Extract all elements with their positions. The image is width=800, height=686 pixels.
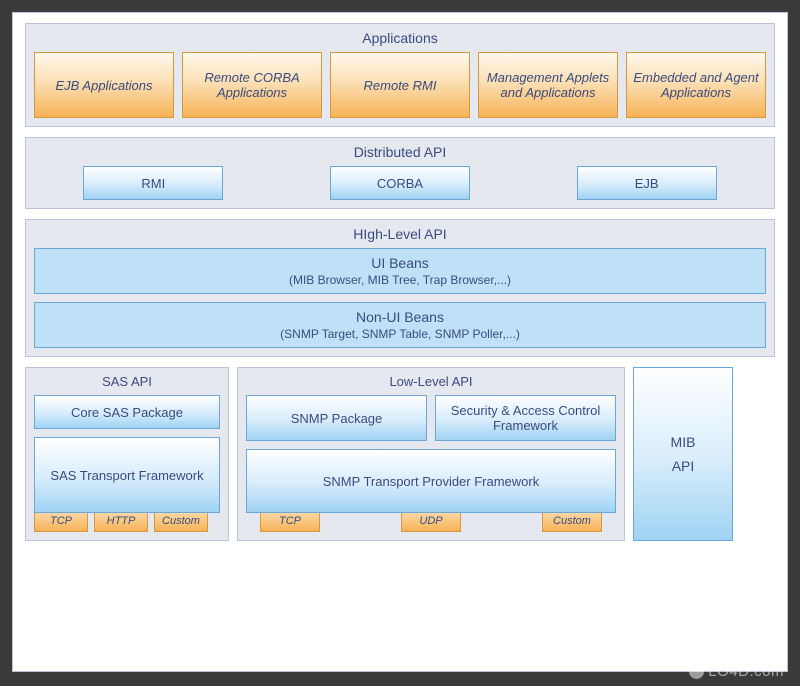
sas-api-layer: SAS API Core SAS Package SAS Transport F… [25, 367, 229, 541]
low-transport: SNMP Transport Provider Framework [246, 449, 616, 513]
applications-row: EJB Applications Remote CORBA Applicatio… [34, 52, 766, 118]
highlevel-title: HIgh-Level API [34, 226, 766, 242]
globe-icon [689, 664, 704, 679]
ui-beans-title: UI Beans [43, 255, 757, 271]
applications-title: Applications [34, 30, 766, 46]
nonui-beans-title: Non-UI Beans [43, 309, 757, 325]
mib-l2: API [672, 458, 695, 474]
low-pkg-row: SNMP Package Security & Access Control F… [246, 395, 616, 441]
watermark-text: LO4D.com [708, 663, 784, 680]
app-embedded: Embedded and Agent Applications [626, 52, 766, 118]
sas-title: SAS API [34, 374, 220, 389]
applications-layer: Applications EJB Applications Remote COR… [25, 23, 775, 127]
ui-beans: UI Beans (MIB Browser, MIB Tree, Trap Br… [34, 248, 766, 294]
high-level-api-layer: HIgh-Level API UI Beans (MIB Browser, MI… [25, 219, 775, 357]
low-title: Low-Level API [246, 374, 616, 389]
app-corba: Remote CORBA Applications [182, 52, 322, 118]
app-rmi: Remote RMI [330, 52, 470, 118]
sas-transport-wrap: SAS Transport Framework TCP HTTP Custom [34, 437, 220, 532]
sas-core-pkg: Core SAS Package [34, 395, 220, 429]
dist-rmi: RMI [83, 166, 223, 200]
dist-ejb: EJB [577, 166, 717, 200]
distributed-api-layer: Distributed API RMI CORBA EJB [25, 137, 775, 209]
watermark: LO4D.com [689, 663, 784, 680]
app-mgmt: Management Applets and Applications [478, 52, 618, 118]
app-ejb: EJB Applications [34, 52, 174, 118]
distributed-title: Distributed API [34, 144, 766, 160]
low-level-api-layer: Low-Level API SNMP Package Security & Ac… [237, 367, 625, 541]
mib-l1: MIB [671, 434, 696, 450]
distributed-row: RMI CORBA EJB [34, 166, 766, 200]
low-snmp-pkg: SNMP Package [246, 395, 427, 441]
mib-api: MIB API [633, 367, 733, 541]
architecture-diagram: Applications EJB Applications Remote COR… [12, 12, 788, 672]
bottom-row: SAS API Core SAS Package SAS Transport F… [25, 367, 775, 541]
ui-beans-sub: (MIB Browser, MIB Tree, Trap Browser,...… [43, 273, 757, 287]
low-transport-wrap: SNMP Transport Provider Framework TCP UD… [246, 449, 616, 532]
nonui-beans: Non-UI Beans (SNMP Target, SNMP Table, S… [34, 302, 766, 348]
sas-transport: SAS Transport Framework [34, 437, 220, 513]
low-sec-pkg: Security & Access Control Framework [435, 395, 616, 441]
nonui-beans-sub: (SNMP Target, SNMP Table, SNMP Poller,..… [43, 327, 757, 341]
dist-corba: CORBA [330, 166, 470, 200]
